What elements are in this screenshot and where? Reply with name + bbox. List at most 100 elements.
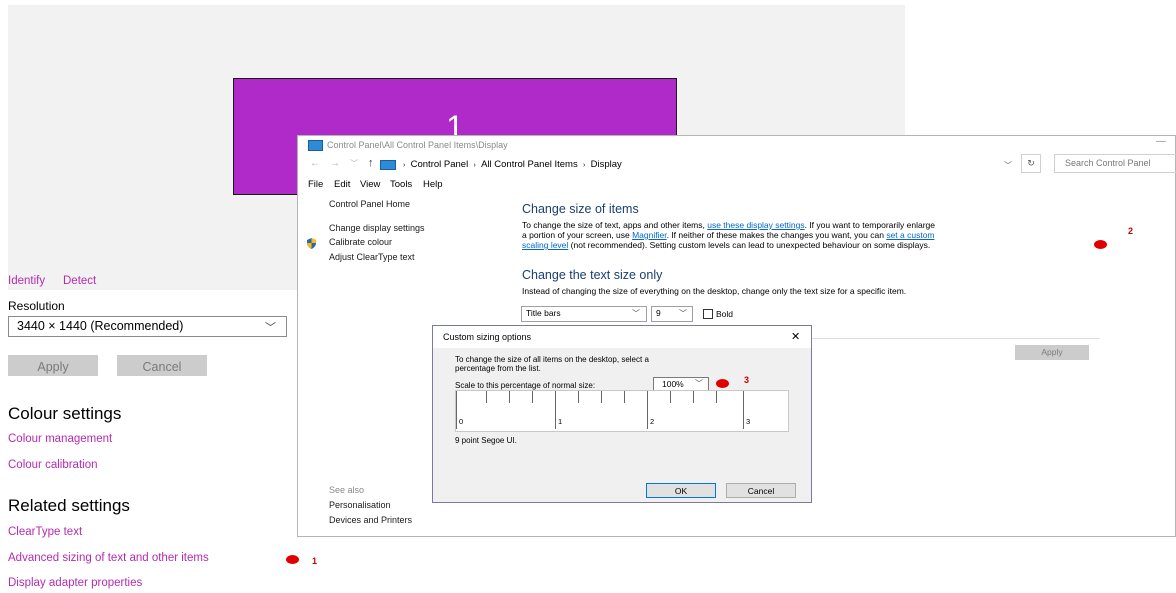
marker-label-1: 1 [312, 556, 318, 566]
back-arrow-icon[interactable]: ← [310, 158, 320, 169]
size-select-dropdown[interactable]: 9 ﹀ [651, 306, 693, 322]
ruler-label-3: 3 [746, 417, 751, 426]
bold-checkbox[interactable] [703, 309, 713, 319]
dialog-desc-line1: To change the size of all items on the d… [455, 355, 649, 364]
chevron-down-icon: ﹀ [679, 309, 687, 318]
ruler-tick [716, 391, 717, 403]
ruler-major-tick [743, 391, 744, 429]
dialog-desc-line2: percentage from the list. [455, 364, 541, 373]
custom-scaling-link[interactable]: set a custom [886, 230, 934, 240]
item-select-value: Title bars [526, 308, 561, 318]
marker-label-2: 2 [1128, 226, 1134, 236]
change-size-heading: Change size of items [522, 202, 639, 216]
chevron-down-icon: ﹀ [695, 379, 703, 388]
display-settings-link[interactable]: use these display settings [707, 220, 804, 230]
para1-text-end: . If you want to temporarily enlarge [804, 220, 935, 230]
font-note: 9 point Segoe UI. [455, 436, 517, 445]
cleartype-text-link[interactable]: ClearType text [8, 526, 82, 538]
breadcrumb-all-items[interactable]: All Control Panel Items [481, 159, 578, 170]
ruler-label-1: 1 [558, 417, 563, 426]
ruler-tick [670, 391, 671, 403]
ruler-label-0: 0 [459, 417, 464, 426]
chevron-down-icon: ﹀ [265, 322, 276, 334]
ok-button[interactable]: OK [646, 483, 716, 498]
sidebar-calibrate-colour[interactable]: Calibrate colour [329, 237, 392, 247]
display-icon [308, 140, 323, 151]
dialog-title: Custom sizing options [443, 332, 532, 342]
marker-dot-3 [716, 379, 729, 388]
bold-label: Bold [716, 309, 734, 319]
marker-dot-2 [1094, 240, 1107, 249]
item-select-dropdown[interactable]: Title bars ﹀ [521, 306, 647, 322]
marker-dot-1 [286, 555, 299, 564]
ruler-tick [486, 391, 487, 403]
cancel-button[interactable]: Cancel [117, 355, 207, 376]
text-size-description: Instead of changing the size of everythi… [522, 286, 907, 296]
resolution-dropdown[interactable]: 3440 × 1440 (Recommended) ﹀ [8, 316, 287, 337]
dialog-cancel-button[interactable]: Cancel [726, 483, 796, 498]
detect-link[interactable]: Detect [63, 275, 96, 287]
para3-text: (not recommended). Setting custom levels… [568, 240, 931, 250]
search-input[interactable]: Search Control Panel [1054, 154, 1176, 173]
sidebar-devices-printers[interactable]: Devices and Printers [329, 515, 412, 525]
identify-link[interactable]: Identify [8, 275, 45, 287]
chevron-down-icon: ﹀ [632, 309, 640, 318]
ruler-tick [624, 391, 625, 403]
para1-text: To change the size of text, apps and oth… [522, 220, 708, 230]
forward-arrow-icon[interactable]: → [330, 158, 340, 169]
shield-icon [306, 236, 317, 249]
resolution-value: 3440 × 1440 (Recommended) [17, 319, 184, 333]
dialog-titlebar: Custom sizing options ✕ [433, 326, 811, 348]
para2-text: a portion of your screen, use [522, 230, 633, 240]
scale-value: 100% [662, 379, 684, 389]
custom-sizing-dialog: Custom sizing options ✕ To change the si… [432, 325, 812, 503]
sidebar-adjust-cleartype[interactable]: Adjust ClearType text [329, 252, 415, 262]
ruler-label-2: 2 [650, 417, 655, 426]
colour-calibration-link[interactable]: Colour calibration [8, 459, 98, 471]
sidebar-change-display[interactable]: Change display settings [329, 223, 425, 233]
dialog-description: To change the size of all items on the d… [455, 355, 649, 373]
ruler[interactable]: 0 1 2 3 [455, 390, 789, 432]
menu-view[interactable]: View [360, 179, 380, 190]
see-also-label: See also [329, 485, 365, 495]
ruler-tick [693, 391, 694, 403]
minimize-icon[interactable]: — [1156, 136, 1166, 147]
ruler-major-tick [555, 391, 556, 429]
custom-scaling-link-cont[interactable]: scaling level [522, 240, 568, 250]
text-size-heading: Change the text size only [522, 268, 663, 282]
menu-file[interactable]: File [308, 179, 323, 190]
address-dropdown-icon[interactable]: ﹀ [1004, 160, 1012, 171]
close-icon[interactable]: ✕ [791, 330, 800, 343]
ruler-major-tick [647, 391, 648, 429]
magnifier-link[interactable]: Magnifier [632, 230, 667, 240]
breadcrumb-control-panel[interactable]: Control Panel [411, 159, 469, 170]
ruler-tick [509, 391, 510, 403]
ruler-tick [601, 391, 602, 403]
change-size-paragraph: To change the size of text, apps and oth… [522, 220, 935, 250]
scale-label: Scale to this percentage of normal size: [455, 381, 596, 390]
menu-help[interactable]: Help [423, 179, 443, 190]
colour-settings-heading: Colour settings [8, 404, 122, 423]
window-title: Control Panel\All Control Panel Items\Di… [327, 140, 508, 150]
cp-apply-button[interactable]: Apply [1015, 345, 1089, 360]
divider [810, 338, 1100, 339]
marker-label-3: 3 [744, 375, 750, 385]
breadcrumb: › Control Panel › All Control Panel Item… [403, 159, 622, 170]
advanced-sizing-link[interactable]: Advanced sizing of text and other items [8, 552, 209, 564]
ruler-tick [532, 391, 533, 403]
sidebar-personalisation[interactable]: Personalisation [329, 500, 391, 510]
refresh-icon[interactable]: ↻ [1021, 154, 1041, 173]
related-settings-heading: Related settings [8, 496, 130, 515]
size-select-value: 9 [656, 308, 661, 318]
ruler-major-tick [456, 391, 457, 429]
apply-button[interactable]: Apply [8, 355, 98, 376]
colour-management-link[interactable]: Colour management [8, 433, 112, 445]
recent-chevron-icon[interactable]: ﹀ [350, 158, 358, 169]
breadcrumb-display[interactable]: Display [591, 159, 622, 170]
menu-edit[interactable]: Edit [334, 179, 350, 190]
sidebar-control-panel-home[interactable]: Control Panel Home [329, 199, 410, 209]
up-arrow-icon[interactable]: ↑ [368, 157, 374, 169]
display-adapter-link[interactable]: Display adapter properties [8, 577, 142, 589]
resolution-label: Resolution [8, 299, 65, 313]
menu-tools[interactable]: Tools [390, 179, 412, 190]
